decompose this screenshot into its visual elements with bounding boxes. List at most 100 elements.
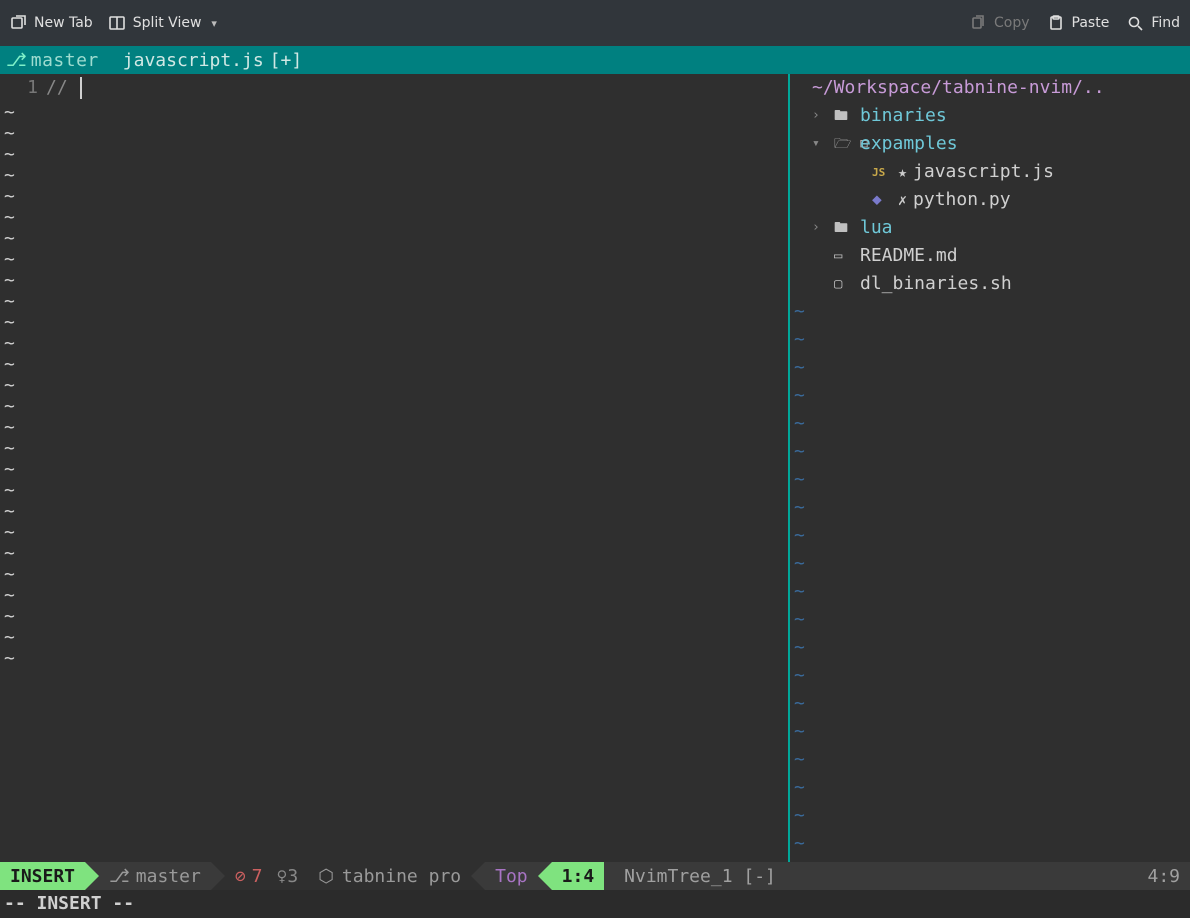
status-tree-title: NvimTree_1 [-] (604, 862, 1137, 890)
empty-line-tilde: ~ (4, 627, 15, 648)
empty-line-tilde: ~ (790, 634, 1190, 662)
empty-line-tilde: ~ (4, 606, 15, 627)
paste-icon (1048, 15, 1064, 31)
tabline-branch: master (31, 50, 99, 71)
paste-button[interactable]: Paste (1048, 15, 1110, 31)
editor-pane[interactable]: 1 // ~~~~~~~~~~~~~~~~~~~~~~~~~~~ (0, 74, 790, 862)
folder-icon: 🖿 (834, 214, 854, 242)
git-branch-icon: ⎇ (109, 866, 130, 887)
folder-icon: 🖿 (834, 102, 854, 130)
paste-label: Paste (1072, 15, 1110, 31)
new-tab-button[interactable]: New Tab (10, 15, 93, 31)
markdown-file-icon: ▭ (834, 242, 854, 270)
empty-line-tilde: ~ (4, 249, 15, 270)
tree-file[interactable]: ▢dl_binaries.sh (790, 270, 1190, 298)
empty-line-tilde: ~ (4, 375, 15, 396)
empty-line-tilde: ~ (4, 102, 15, 123)
split-view-button[interactable]: Split View ▾ (109, 15, 217, 31)
tree-file[interactable]: JS ★javascript.js (790, 158, 1190, 186)
empty-line-tilde: ~ (4, 648, 15, 669)
empty-line-tilde: ~ (790, 830, 1190, 858)
tree-item-label: lua (860, 214, 893, 242)
tabline-filename[interactable]: javascript.js (123, 50, 264, 71)
empty-line-tilde: ~ (4, 144, 15, 165)
chevron-down-icon: ▾ (211, 17, 217, 30)
chevron-right-icon: › (812, 102, 828, 130)
file-tree-pane[interactable]: ~/Workspace/tabnine-nvim/.. ›🖿binaries▾🗁… (790, 74, 1190, 862)
empty-line-tilde: ~ (790, 522, 1190, 550)
git-branch-icon: ⎇ (6, 50, 27, 71)
error-icon: ⊘ (235, 866, 246, 887)
chevron-down-icon: ▾ (812, 130, 828, 158)
split-view-icon (109, 15, 125, 31)
find-button[interactable]: Find (1127, 15, 1180, 31)
tree-dir[interactable]: ›🖿lua (790, 214, 1190, 242)
empty-line-tilde: ~ (4, 312, 15, 333)
empty-line-tilde: ~ (790, 494, 1190, 522)
copy-label: Copy (994, 15, 1030, 31)
tree-root-path: ~/Workspace/tabnine-nvim/.. (790, 74, 1190, 102)
empty-line-tilde: ~ (790, 466, 1190, 494)
python-file-icon: ⬥ (872, 192, 882, 208)
empty-line-tilde: ~ (790, 774, 1190, 802)
status-position-left: 1:4 (552, 862, 605, 890)
empty-line-tilde: ~ (4, 333, 15, 354)
tabline-modified: [+] (270, 50, 303, 71)
copy-icon (970, 15, 986, 31)
text-cursor (80, 77, 82, 99)
status-tabnine: ⬡ tabnine pro (308, 862, 471, 890)
star-icon: ★ (898, 158, 907, 186)
empty-line-tilde: ~ (4, 291, 15, 312)
search-icon (1127, 15, 1143, 31)
status-scroll: Top (485, 862, 538, 890)
tree-dir[interactable]: ▾🗁 ⊟expamples (790, 130, 1190, 158)
new-tab-icon (10, 15, 26, 31)
empty-line-tilde: ~ (790, 606, 1190, 634)
tabline: ⎇ master javascript.js [+] (0, 46, 1190, 74)
empty-line-tilde: ~ (4, 354, 15, 375)
empty-line-tilde: ~ (4, 585, 15, 606)
empty-line-tilde: ~ (790, 298, 1190, 326)
tree-item-label: python.py (913, 186, 1011, 214)
file-icon: ▢ (834, 270, 854, 298)
empty-line-tilde: ~ (4, 228, 15, 249)
status-mode: INSERT (0, 862, 85, 890)
main-area: 1 // ~~~~~~~~~~~~~~~~~~~~~~~~~~~ ~/Works… (0, 74, 1190, 862)
tree-item-label: binaries (860, 102, 947, 130)
empty-line-tilde: ~ (790, 802, 1190, 830)
js-file-icon: JS (872, 166, 885, 179)
empty-line-tilde: ~ (790, 382, 1190, 410)
empty-line-tilde: ~ (790, 718, 1190, 746)
empty-line-tilde: ~ (790, 354, 1190, 382)
empty-line-tilde: ~ (4, 396, 15, 417)
tree-item-label: javascript.js (913, 158, 1054, 186)
tree-file[interactable]: ⬥ ✗python.py (790, 186, 1190, 214)
find-label: Find (1151, 15, 1180, 31)
statusline: INSERT ⎇ master ⊘ 7 ♀ 3 ⬡ tabnine pro To… (0, 862, 1190, 890)
editor-content[interactable]: // (46, 74, 788, 862)
empty-line-tilde: ~ (4, 459, 15, 480)
empty-line-tilde: ~ (4, 186, 15, 207)
empty-line-tilde: ~ (790, 410, 1190, 438)
empty-line-tilde: ~ (4, 207, 15, 228)
empty-line-tilde: ~ (790, 438, 1190, 466)
empty-line-tilde: ~ (4, 438, 15, 459)
folder-open-icon: 🗁 ⊟ (834, 130, 854, 158)
cmdline: -- INSERT -- (0, 890, 1190, 918)
empty-line-tilde: ~ (4, 522, 15, 543)
empty-line-tilde: ~ (790, 690, 1190, 718)
status-position-right: 4:9 (1137, 862, 1190, 890)
tree-dir[interactable]: ›🖿binaries (790, 102, 1190, 130)
tabnine-icon: ⬡ (318, 866, 334, 887)
empty-line-tilde: ~ (4, 165, 15, 186)
split-view-label: Split View (133, 15, 202, 31)
empty-line-tilde: ~ (790, 550, 1190, 578)
empty-line-tilde: ~ (4, 480, 15, 501)
copy-button[interactable]: Copy (970, 15, 1030, 31)
empty-line-tilde: ~ (4, 543, 15, 564)
empty-line-tilde: ~ (4, 270, 15, 291)
tree-file[interactable]: ▭README.md (790, 242, 1190, 270)
status-diagnostics: ⊘ 7 ♀ 3 (225, 862, 308, 890)
x-icon: ✗ (898, 186, 907, 214)
new-tab-label: New Tab (34, 15, 93, 31)
